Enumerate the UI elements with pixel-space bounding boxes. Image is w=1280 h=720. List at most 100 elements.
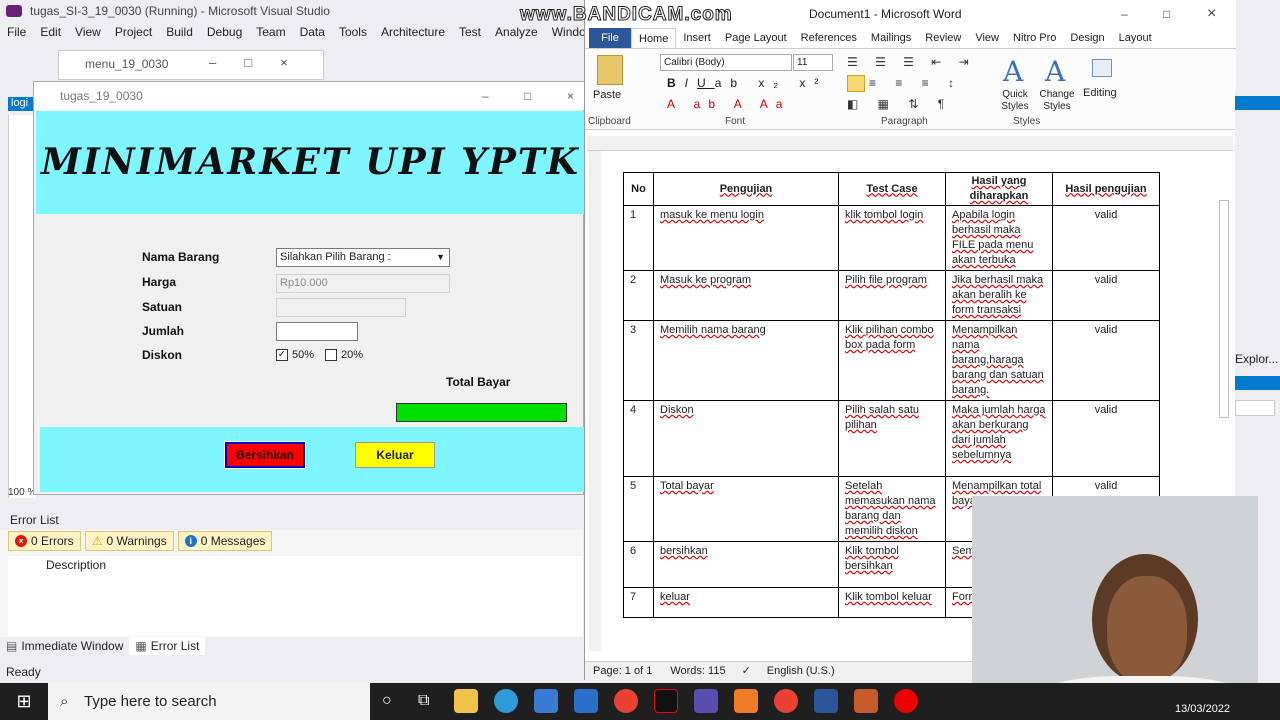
editing-button[interactable]: Editing [1083, 87, 1117, 99]
nama-barang-combo[interactable]: Silahkan Pilih Barang : ▼ [276, 248, 450, 267]
list-buttons[interactable]: ☰ ☰ ☰ ⇤ ⇥ [847, 55, 976, 69]
horizontal-ruler[interactable] [587, 136, 1233, 151]
table-cell[interactable]: Klik tombol bersihkan [838, 541, 946, 588]
vs-menu-item[interactable]: Test [452, 22, 488, 42]
app-icon[interactable] [854, 689, 878, 713]
alignment-buttons[interactable]: ≡ ≡ ≡ ↕ [869, 76, 962, 90]
table-cell[interactable]: valid [1052, 320, 1160, 401]
diskon-20-checkbox[interactable]: 20% [325, 349, 363, 361]
close-button[interactable]: × [1207, 0, 1216, 28]
table-cell[interactable]: valid [1052, 270, 1160, 321]
ribbon-tab[interactable]: References [794, 28, 864, 48]
close-button[interactable]: × [567, 82, 574, 110]
app-icon[interactable] [734, 689, 758, 713]
bandicam-icon[interactable] [894, 689, 918, 713]
font-name-box[interactable]: Calibri (Body) [660, 54, 792, 71]
ribbon-tab[interactable]: Layout [1112, 28, 1159, 48]
vs-menu-item[interactable]: View [68, 22, 108, 42]
cortana-icon[interactable]: ○ [382, 692, 410, 710]
table-cell[interactable]: Jika berhasil maka akan beralih ke form … [945, 270, 1053, 321]
table-cell[interactable]: 1 [623, 205, 654, 271]
paste-icon[interactable] [597, 55, 623, 85]
tab-error-list[interactable]: ▦ Error List [129, 637, 206, 655]
language-indicator[interactable]: English (U.S.) [757, 662, 845, 681]
vs-menu-item[interactable]: Project [108, 22, 159, 42]
vs-menu-item[interactable]: File [0, 22, 33, 42]
messages-filter-button[interactable]: i0 Messages [177, 531, 273, 551]
vs-menu-item[interactable]: Data [293, 22, 332, 42]
edge-icon[interactable] [494, 689, 518, 713]
table-cell[interactable]: 6 [623, 541, 654, 588]
ribbon-tab[interactable]: Page Layout [718, 28, 794, 48]
table-cell[interactable]: Setelah memasukan nama barang dan memili… [838, 476, 946, 542]
quick-styles-button[interactable]: Quick Styles [995, 89, 1035, 113]
table-cell[interactable]: keluar [653, 587, 839, 618]
total-bayar-field[interactable] [396, 403, 567, 422]
maximize-button[interactable]: □ [1163, 0, 1170, 28]
task-view-icon[interactable]: ⧉ [418, 692, 446, 710]
table-cell[interactable]: Apabila login berhasil maka FILE pada me… [945, 205, 1053, 271]
table-cell[interactable]: Total bayar [653, 476, 839, 542]
ribbon-tab[interactable]: Review [918, 28, 968, 48]
minimize-button[interactable]: – [482, 82, 489, 110]
satuan-field[interactable] [276, 298, 406, 317]
align-left-button[interactable] [847, 75, 865, 92]
font-color-buttons[interactable]: A ab A Aa [667, 97, 790, 111]
solution-explorer-tab[interactable]: Explor... [1235, 352, 1278, 366]
jumlah-field[interactable] [276, 322, 358, 341]
paste-button[interactable]: Paste [593, 89, 621, 101]
description-column-header[interactable]: Description [8, 556, 583, 574]
table-cell[interactable]: 2 [623, 270, 654, 321]
table-cell[interactable]: Pilih file program [838, 270, 946, 321]
bersihkan-button[interactable]: Bersihkan [224, 441, 306, 469]
font-format-buttons[interactable]: BIUab x₂ x² [667, 76, 827, 90]
table-cell[interactable]: bersihkan [653, 541, 839, 588]
shading-border-buttons[interactable]: ◧ ▦ ⇅ ¶ [847, 97, 952, 111]
table-cell[interactable]: Klik tombol keluar [838, 587, 946, 618]
vs-code-editor[interactable] [8, 115, 36, 498]
table-cell[interactable]: Maka jumlah harga akan berkurang dari ju… [945, 400, 1053, 477]
font-size-box[interactable]: 11 [793, 54, 833, 71]
netflix-icon[interactable] [654, 689, 678, 713]
tab-immediate-window[interactable]: ▤ Immediate Window [0, 637, 129, 655]
table-cell[interactable]: 3 [623, 320, 654, 401]
warnings-filter-button[interactable]: ⚠ 0 Warnings [84, 531, 174, 551]
table-cell[interactable]: Pilih salah satu pilihan [838, 400, 946, 477]
maximize-button[interactable]: □ [524, 82, 531, 110]
table-cell[interactable]: Masuk ke program [653, 270, 839, 321]
vertical-scrollbar[interactable] [1219, 200, 1229, 418]
table-cell[interactable]: Menampilkan nama barang,haraga barang da… [945, 320, 1053, 401]
table-cell[interactable]: masuk ke menu login [653, 205, 839, 271]
ribbon-tab[interactable]: Mailings [864, 28, 918, 48]
word-count[interactable]: Words: 115 [660, 662, 735, 681]
file-explorer-icon[interactable] [454, 689, 478, 713]
vs-menu-item[interactable]: Tools [332, 22, 374, 42]
table-cell[interactable]: Klik pilihan combo box pada form [838, 320, 946, 401]
change-styles-icon[interactable]: A [1045, 55, 1065, 88]
keluar-button[interactable]: Keluar [355, 442, 435, 468]
mail-icon[interactable] [574, 689, 598, 713]
table-cell[interactable]: valid [1052, 205, 1160, 271]
word-icon[interactable] [814, 689, 838, 713]
minimize-button[interactable]: – [1121, 0, 1128, 28]
table-cell[interactable]: Diskon [653, 400, 839, 477]
store-icon[interactable] [534, 689, 558, 713]
ribbon-tab[interactable]: File [589, 28, 631, 48]
taskbar-search[interactable]: ⌕ Type here to search [48, 683, 370, 720]
menu-window-controls[interactable]: –□× [209, 55, 316, 70]
page-count[interactable]: Page: 1 of 1 [585, 662, 660, 681]
ribbon-tab[interactable]: Design [1063, 28, 1111, 48]
chrome-icon[interactable] [774, 689, 798, 713]
quick-styles-icon[interactable]: A [1003, 55, 1023, 88]
table-cell[interactable]: 5 [623, 476, 654, 542]
editing-icon[interactable] [1092, 59, 1112, 77]
properties-dropdown[interactable] [1235, 400, 1275, 416]
ribbon-tab[interactable]: View [968, 28, 1006, 48]
chrome-icon[interactable] [614, 689, 638, 713]
visual-studio-icon[interactable] [694, 689, 718, 713]
menu-window[interactable]: menu_19_0030 –□× [58, 50, 324, 80]
ribbon-tab[interactable]: Nitro Pro [1006, 28, 1063, 48]
vs-menu-item[interactable]: Team [249, 22, 292, 42]
errors-filter-button[interactable]: × 0 Errors [8, 531, 81, 551]
ribbon-tab[interactable]: Insert [676, 28, 718, 48]
